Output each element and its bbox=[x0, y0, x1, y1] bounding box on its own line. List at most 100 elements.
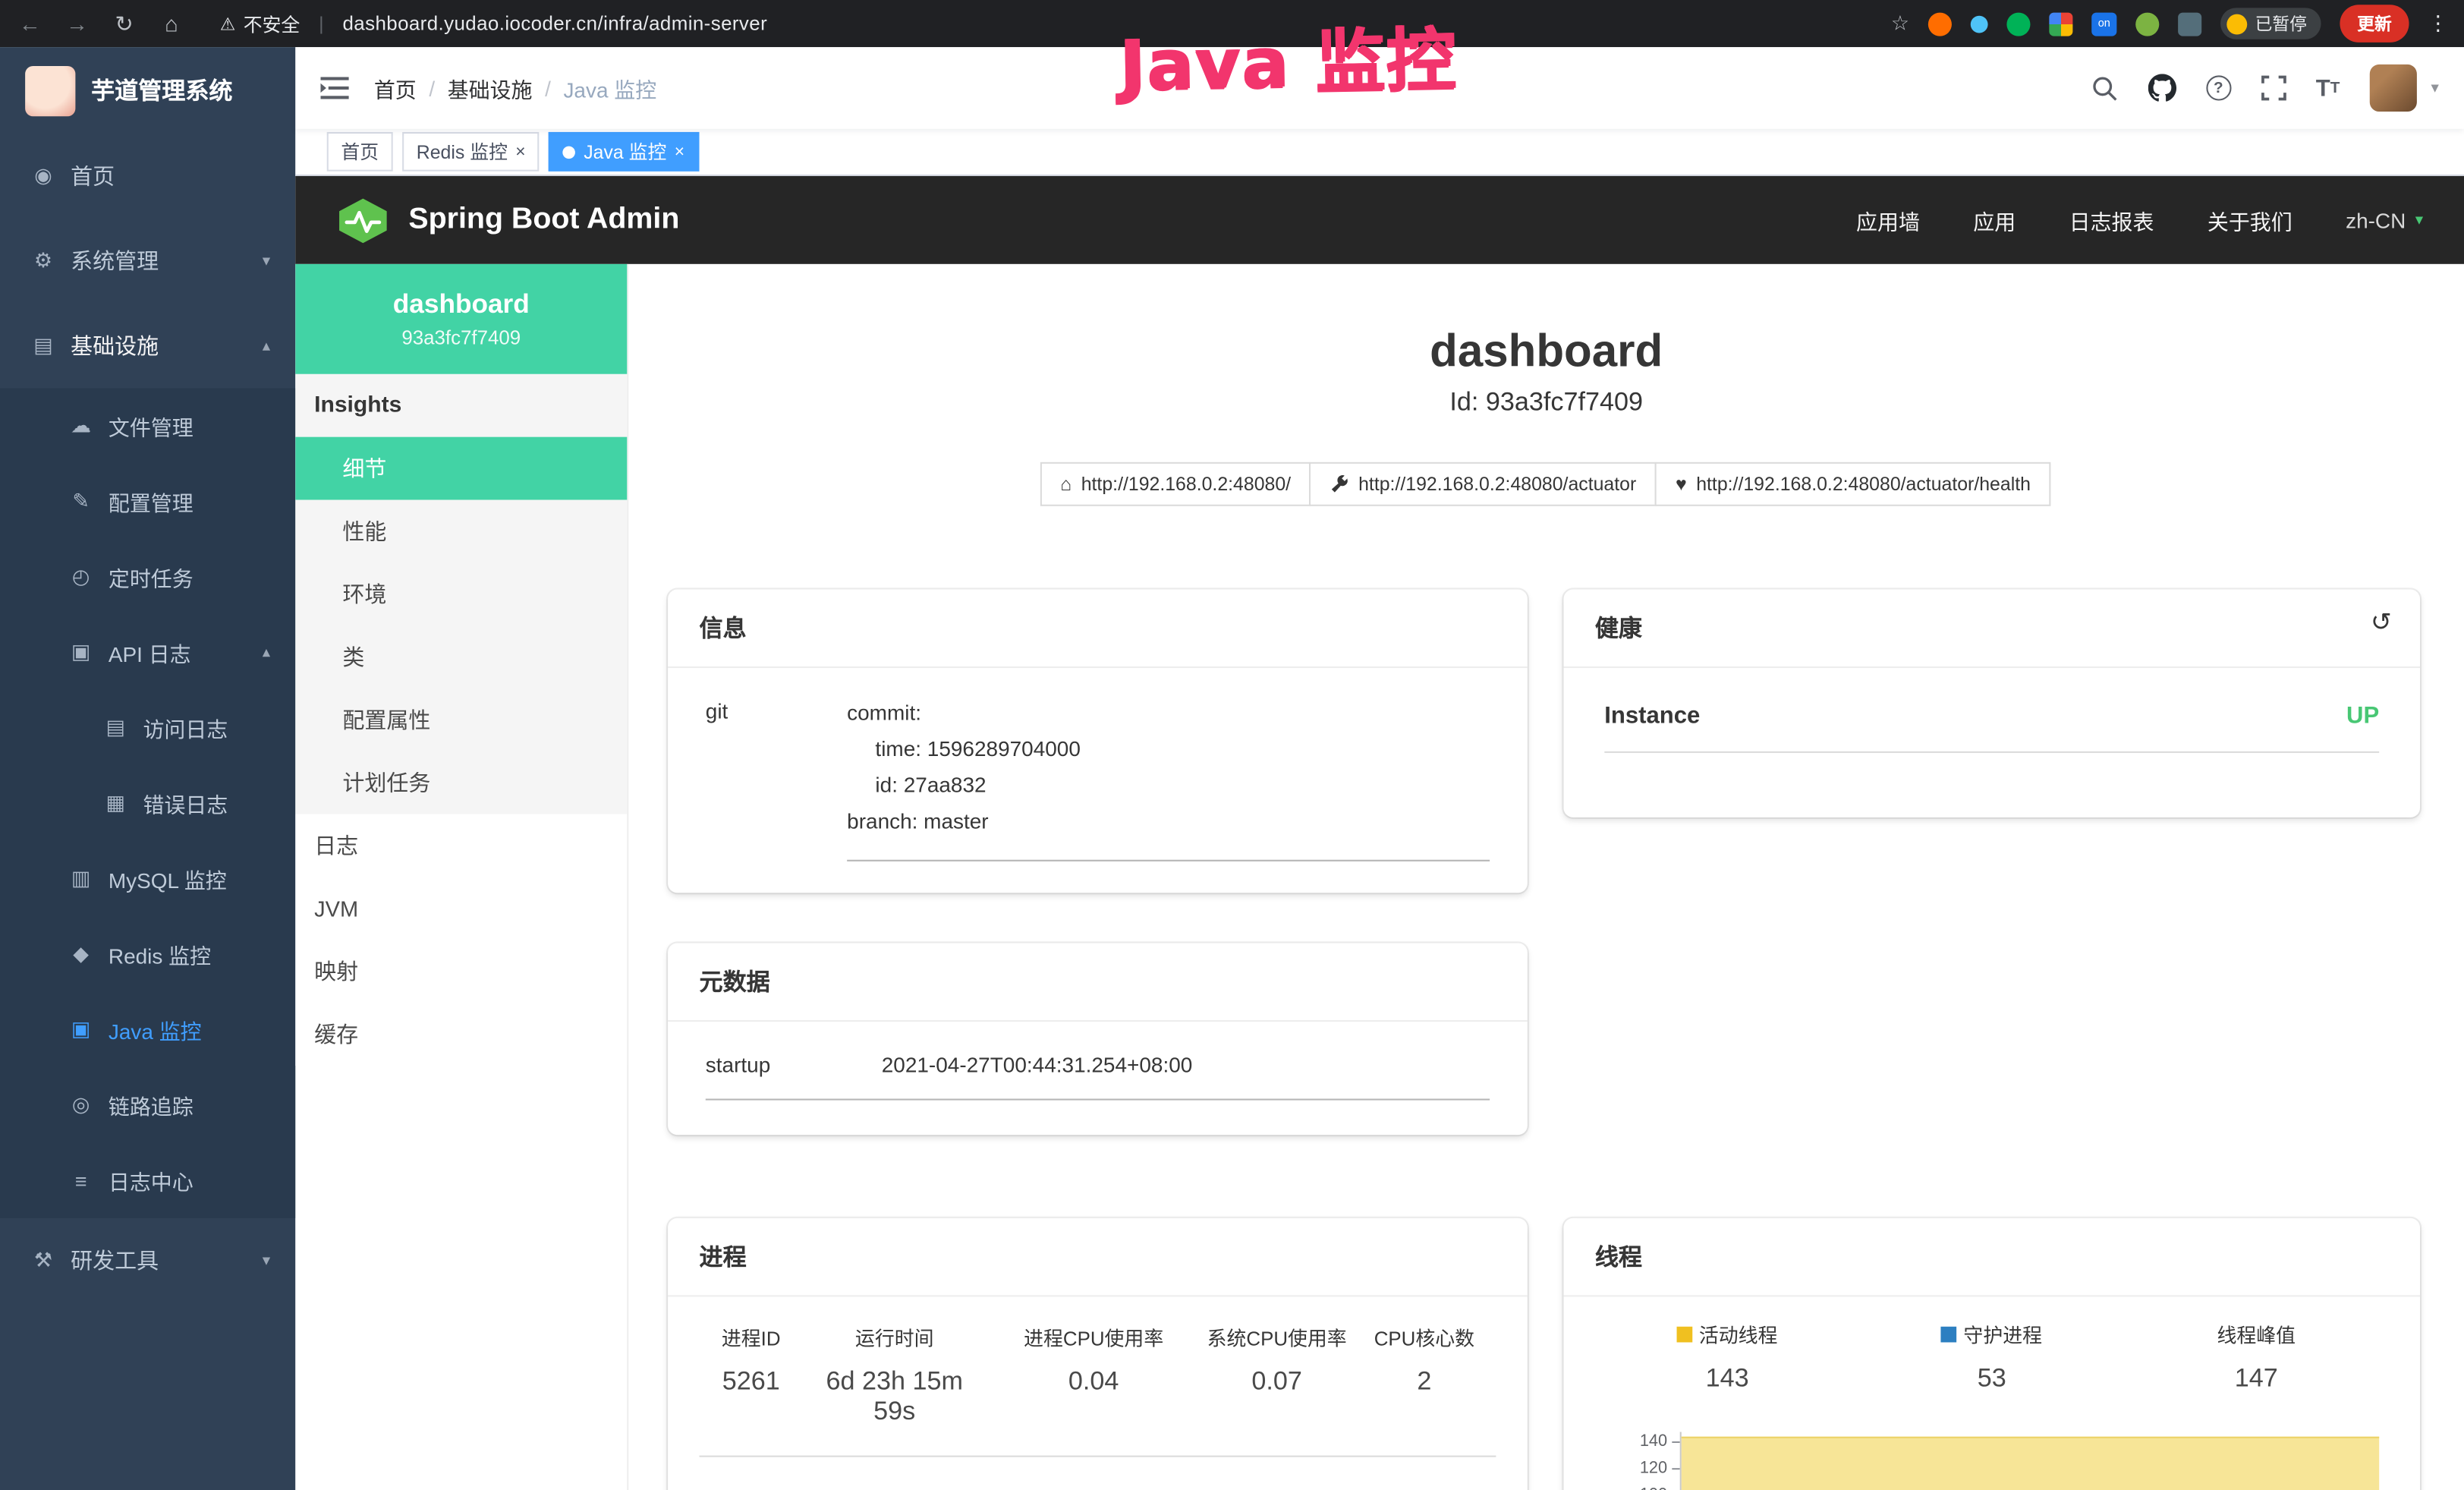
breadcrumb-separator: / bbox=[429, 76, 435, 99]
page-subtitle: Id: 93a3fc7f7409 bbox=[628, 388, 2464, 417]
avatar-caret-icon[interactable]: ▾ bbox=[2431, 80, 2438, 97]
history-icon[interactable]: ↺ bbox=[2371, 606, 2392, 638]
help-icon[interactable]: ? bbox=[2206, 75, 2231, 100]
security-chip[interactable]: ⚠ 不安全 bbox=[220, 10, 300, 36]
browser-menu-icon[interactable]: ⋮ bbox=[2428, 11, 2448, 36]
metadata-card-title: 元数据 bbox=[668, 943, 1528, 1022]
reload-icon[interactable]: ↻ bbox=[110, 10, 138, 36]
chevron-down-icon: ▾ bbox=[2415, 212, 2423, 229]
process-col-label: 进程ID bbox=[700, 1322, 803, 1352]
sidebar-item-file-manage[interactable]: ☁ 文件管理 bbox=[0, 388, 295, 463]
sba-menu-environment[interactable]: 环境 bbox=[295, 562, 627, 625]
tick-mark bbox=[1672, 1441, 1679, 1443]
health-url-link[interactable]: ♥ http://192.168.0.2:48080/actuator/heal… bbox=[1655, 462, 2051, 506]
sidebar-item-scheduled-job[interactable]: ◴ 定时任务 bbox=[0, 539, 295, 614]
service-url-link[interactable]: ⌂ http://192.168.0.2:48080/ bbox=[1040, 462, 1311, 506]
close-icon[interactable]: × bbox=[675, 142, 684, 161]
sidebar-item-log-center[interactable]: ≡ 日志中心 bbox=[0, 1142, 295, 1218]
legend-label: 守护进程 bbox=[1963, 1318, 2042, 1348]
back-icon[interactable]: ← bbox=[16, 11, 44, 36]
hamburger-icon[interactable] bbox=[295, 77, 374, 99]
actuator-url-link[interactable]: http://192.168.0.2:48080/actuator bbox=[1310, 462, 1657, 506]
sidebar-item-config-manage[interactable]: ✎ 配置管理 bbox=[0, 464, 295, 539]
chevron-up-icon: ▴ bbox=[263, 644, 270, 661]
process-col: CPU核心数 2 bbox=[1352, 1322, 1496, 1428]
sidebar-item-trace[interactable]: ◎ 链路追踪 bbox=[0, 1067, 295, 1142]
sidebar-item-system[interactable]: ⚙ 系统管理 ▾ bbox=[0, 219, 295, 304]
breadcrumb-home[interactable]: 首页 bbox=[374, 72, 417, 103]
extension-icon[interactable] bbox=[1971, 15, 1988, 33]
smiley-icon bbox=[2226, 14, 2247, 34]
error-log-icon: ▦ bbox=[104, 791, 127, 816]
process-col: 进程CPU使用率 0.04 bbox=[986, 1322, 1201, 1428]
health-card: 健康 ↺ Instance UP bbox=[1563, 590, 2420, 817]
sba-nav-journal[interactable]: 日志报表 bbox=[2069, 204, 2154, 235]
extension-on-badge[interactable]: on bbox=[2091, 12, 2116, 36]
sba-brand-title[interactable]: Spring Boot Admin bbox=[408, 203, 679, 238]
sba-menu-scheduled-tasks[interactable]: 计划任务 bbox=[295, 751, 627, 814]
sidebar-item-error-log[interactable]: ▦ 错误日志 bbox=[0, 765, 295, 840]
sba-nav-applications[interactable]: 应用 bbox=[1973, 204, 2016, 235]
breadcrumb: 首页 / 基础设施 / Java 监控 bbox=[374, 72, 656, 103]
chevron-down-icon: ▾ bbox=[263, 1252, 270, 1269]
address-bar-url[interactable]: dashboard.yudao.iocoder.cn/infra/admin-s… bbox=[342, 13, 767, 35]
health-row[interactable]: Instance UP bbox=[1604, 703, 2379, 753]
sba-menu-classes[interactable]: 类 bbox=[295, 625, 627, 688]
edit-icon: ✎ bbox=[69, 489, 93, 514]
tab-redis-monitor[interactable]: Redis 监控 × bbox=[402, 132, 540, 172]
instance-header[interactable]: dashboard 93a3fc7f7409 bbox=[295, 264, 627, 374]
extension-icon[interactable] bbox=[2049, 12, 2072, 36]
sba-menu-mappings[interactable]: 映射 bbox=[295, 940, 627, 1003]
tab-java-monitor[interactable]: Java 监控 × bbox=[549, 132, 699, 172]
font-size-icon[interactable]: TT bbox=[2316, 74, 2340, 101]
paused-badge[interactable]: 已暂停 bbox=[2220, 8, 2321, 39]
health-card-title: 健康 bbox=[1595, 616, 1642, 643]
extension-icon[interactable] bbox=[1928, 12, 1952, 36]
layers-icon: ▤ bbox=[31, 333, 55, 358]
close-icon[interactable]: × bbox=[515, 142, 525, 161]
sidebar-item-redis-monitor[interactable]: ◆ Redis 监控 bbox=[0, 916, 295, 991]
tags-bar: 首页 Redis 监控 × Java 监控 × bbox=[295, 129, 2464, 176]
sba-menu-performance[interactable]: 性能 bbox=[295, 500, 627, 563]
process-col-value: 0.07 bbox=[1201, 1368, 1352, 1397]
github-icon[interactable] bbox=[2148, 74, 2176, 102]
sba-nav-about[interactable]: 关于我们 bbox=[2208, 204, 2292, 235]
tab-home[interactable]: 首页 bbox=[327, 132, 393, 172]
sidebar-item-java-monitor[interactable]: ▣ Java 监控 bbox=[0, 992, 295, 1067]
bookmark-star-icon[interactable]: ☆ bbox=[1891, 11, 1909, 36]
sidebar-item-infra[interactable]: ▤ 基础设施 ▴ bbox=[0, 304, 295, 389]
forward-icon[interactable]: → bbox=[63, 11, 91, 36]
sba-menu-caches[interactable]: 缓存 bbox=[295, 1003, 627, 1066]
sidebar-item-home[interactable]: ◉ 首页 bbox=[0, 134, 295, 219]
sba-main: dashboard Id: 93a3fc7f7409 ⌂ http://192.… bbox=[628, 264, 2464, 1490]
fullscreen-icon[interactable] bbox=[2261, 75, 2286, 100]
sidebar-item-label: 系统管理 bbox=[71, 245, 159, 276]
clock-icon: ◴ bbox=[69, 564, 93, 589]
user-avatar[interactable] bbox=[2370, 65, 2417, 112]
sba-menu-details[interactable]: 细节 bbox=[295, 437, 627, 500]
search-icon[interactable] bbox=[2091, 74, 2118, 101]
sba-logo-icon[interactable] bbox=[336, 196, 389, 244]
legend-swatch-blue bbox=[1941, 1326, 1957, 1342]
sidebar-item-dev-tools[interactable]: ⚒ 研发工具 ▾ bbox=[0, 1218, 295, 1303]
update-browser-button[interactable]: 更新 bbox=[2340, 5, 2409, 43]
legend-value: 53 bbox=[1859, 1364, 2124, 1394]
extension-icon[interactable] bbox=[2006, 12, 2030, 36]
sidebar-item-mysql-monitor[interactable]: ▥ MySQL 监控 bbox=[0, 841, 295, 916]
sba-menu-jvm[interactable]: JVM bbox=[295, 877, 627, 940]
info-card: 信息 git commit: time: 1596289704000 id: 2… bbox=[668, 590, 1528, 893]
breadcrumb-separator: / bbox=[545, 76, 551, 99]
extension-icon[interactable] bbox=[2135, 12, 2159, 36]
locale-selector[interactable]: zh-CN ▾ bbox=[2346, 208, 2423, 232]
active-threads-area bbox=[1682, 1437, 2379, 1490]
sidebar-item-api-log[interactable]: ▣ API 日志 ▴ bbox=[0, 615, 295, 690]
extension-icon[interactable] bbox=[2178, 12, 2201, 36]
sidebar-item-access-log[interactable]: ▤ 访问日志 bbox=[0, 690, 295, 765]
breadcrumb-infra[interactable]: 基础设施 bbox=[448, 72, 533, 103]
sba-menu-logs[interactable]: 日志 bbox=[295, 814, 627, 877]
app-logo[interactable]: 芋道管理系统 bbox=[0, 47, 295, 134]
metadata-card: 元数据 startup 2021-04-27T00:44:31.254+08:0… bbox=[668, 943, 1528, 1135]
home-icon[interactable]: ⌂ bbox=[157, 11, 185, 36]
sba-menu-config-props[interactable]: 配置属性 bbox=[295, 688, 627, 751]
sba-nav-wallboard[interactable]: 应用墙 bbox=[1856, 204, 1920, 235]
